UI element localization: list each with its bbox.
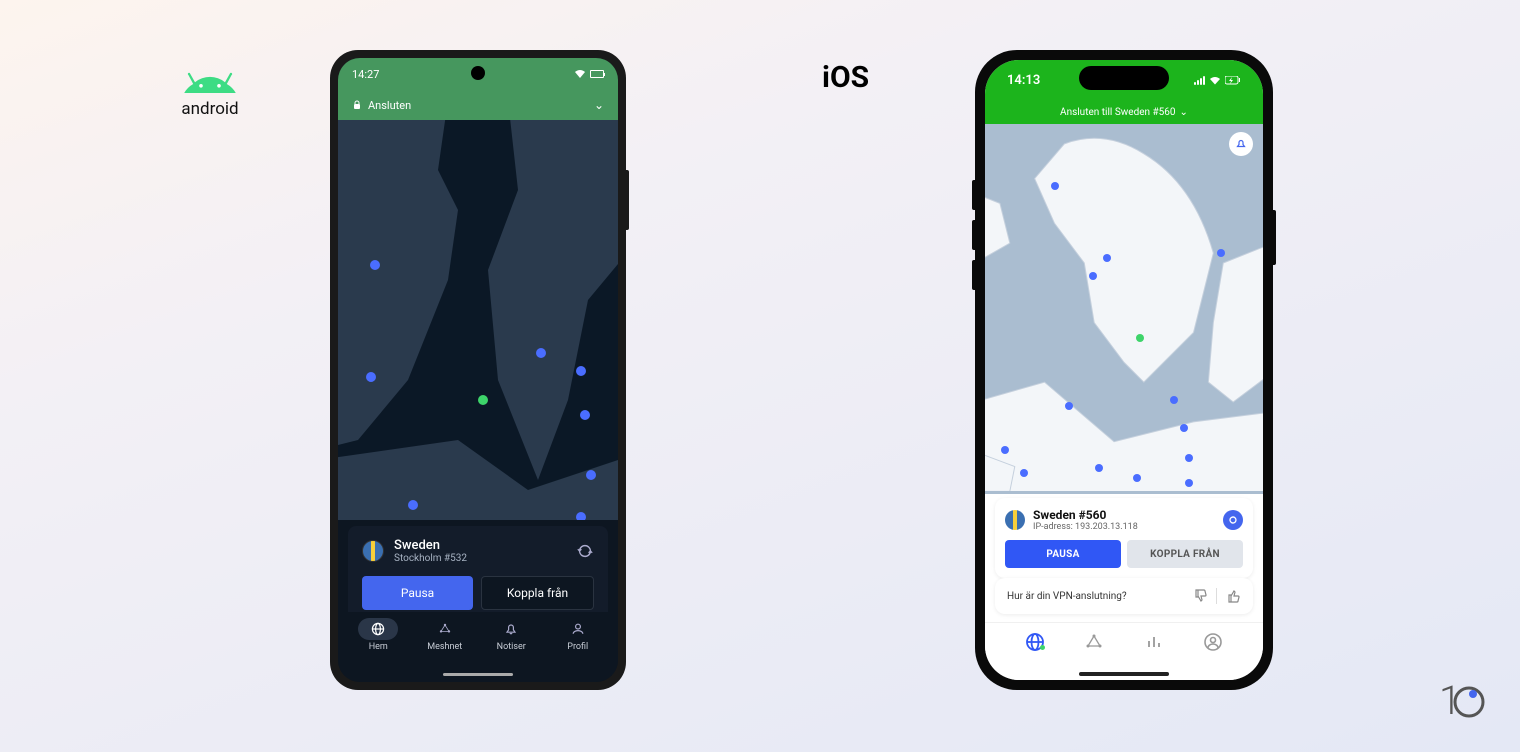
front-camera [471,66,485,80]
separator [1216,588,1217,604]
wifi-icon [1209,76,1221,85]
android-device-frame: 14:27 Ansluten ⌄ [330,50,626,690]
pause-button[interactable]: PAUSA [1005,540,1121,568]
gesture-bar [443,673,513,676]
reload-button[interactable] [1223,510,1243,530]
reload-icon [1227,514,1239,526]
bell-icon [503,621,519,637]
map-landmass [985,124,1263,491]
server-dot[interactable] [366,372,376,382]
status-icons [574,69,604,79]
brand-logo: 1 [1437,674,1485,722]
server-dot[interactable] [576,366,586,376]
android-screen: 14:27 Ansluten ⌄ [338,58,618,682]
country-name: Sweden [394,538,566,553]
ip-address: IP-adress: 193.203.13.118 [1033,522,1215,532]
nav-home[interactable] [1005,631,1065,680]
feedback-prompt: Hur är din VPN-anslutning? [1007,591,1127,602]
server-dot[interactable] [1095,464,1103,472]
nav-profile[interactable]: Profil [548,618,609,682]
ios-screen: 14:13 Ansluten till Sweden #560 ⌄ [985,60,1263,680]
connection-card: Sweden Stockholm #532 Pausa Koppla från [348,526,608,624]
server-dot[interactable] [1170,396,1178,404]
globe-icon [370,621,386,637]
sweden-flag-icon [362,540,384,562]
bell-icon [1235,138,1247,150]
server-dot[interactable] [580,410,590,420]
meshnet-icon [1083,631,1105,653]
battery-charging-icon [1225,76,1241,85]
status-time: 14:27 [352,68,379,81]
map-landmass [338,120,618,520]
dynamic-island [1079,66,1169,90]
feedback-card: Hur är din VPN-anslutning? [995,578,1253,614]
server-dot[interactable] [576,512,586,520]
connection-status-text: Ansluten [368,99,411,112]
map-view[interactable] [985,124,1263,494]
svg-text:1: 1 [1439,677,1461,722]
disconnect-button[interactable]: Koppla från [481,576,594,610]
pause-button[interactable]: Pausa [362,576,473,610]
server-dot[interactable] [1020,469,1028,477]
thumbs-down-icon[interactable] [1192,588,1208,604]
nav-profile[interactable] [1184,631,1244,680]
chevron-down-icon: ⌄ [594,98,604,112]
server-dot[interactable] [370,260,380,270]
server-dot[interactable] [408,500,418,510]
server-dot[interactable] [1001,446,1009,454]
country-name: Sweden #560 [1033,508,1215,522]
android-status-bar: 14:27 [338,58,618,90]
bottom-nav: Hem Meshnet Notiser Profil [338,612,618,682]
ios-device-frame: 14:13 Ansluten till Sweden #560 ⌄ [975,50,1273,690]
status-time: 14:13 [1007,73,1040,88]
connection-status-bar[interactable]: Ansluten ⌄ [338,90,618,120]
server-dot[interactable] [1103,254,1111,262]
chevron-down-icon: ⌄ [1180,107,1188,118]
ios-platform-label: iOS [822,60,869,95]
signal-icon [1194,76,1205,85]
server-dot[interactable] [1065,402,1073,410]
server-dot[interactable] [1089,272,1097,280]
bars-icon [1143,631,1165,653]
server-dot-active[interactable] [478,395,488,405]
android-robot-icon [180,55,240,95]
lock-icon [352,100,362,110]
profile-icon [1202,631,1224,653]
android-platform-label: android [170,55,250,119]
refresh-icon[interactable] [576,542,594,560]
connection-status-bar[interactable]: Ansluten till Sweden #560 ⌄ [985,100,1263,124]
server-dot-active[interactable] [1136,334,1144,342]
server-dot[interactable] [586,470,596,480]
server-dot[interactable] [1185,454,1193,462]
thumbs-up-icon[interactable] [1225,588,1241,604]
sweden-flag-icon [1005,510,1025,530]
server-dot[interactable] [1185,479,1193,487]
server-dot[interactable] [1051,182,1059,190]
profile-icon [570,621,586,637]
nav-home[interactable]: Hem [348,618,409,682]
battery-icon [590,70,604,78]
disconnect-button[interactable]: KOPPLA FRÅN [1127,540,1243,568]
server-name: Stockholm #532 [394,553,566,564]
server-dot[interactable] [1133,474,1141,482]
notifications-button[interactable] [1229,132,1253,156]
home-indicator [1079,672,1169,676]
server-dot[interactable] [536,348,546,358]
wifi-icon [574,69,586,79]
meshnet-icon [437,621,453,637]
server-dot[interactable] [1217,249,1225,257]
ios-status-bar: 14:13 [985,60,1263,100]
connection-card: Sweden #560 IP-adress: 193.203.13.118 PA… [995,498,1253,578]
status-icons [1194,76,1241,85]
connection-status-text: Ansluten till Sweden #560 [1060,107,1176,118]
status-indicator-dot [1040,645,1045,650]
server-dot[interactable] [1180,424,1188,432]
map-view[interactable] [338,120,618,520]
